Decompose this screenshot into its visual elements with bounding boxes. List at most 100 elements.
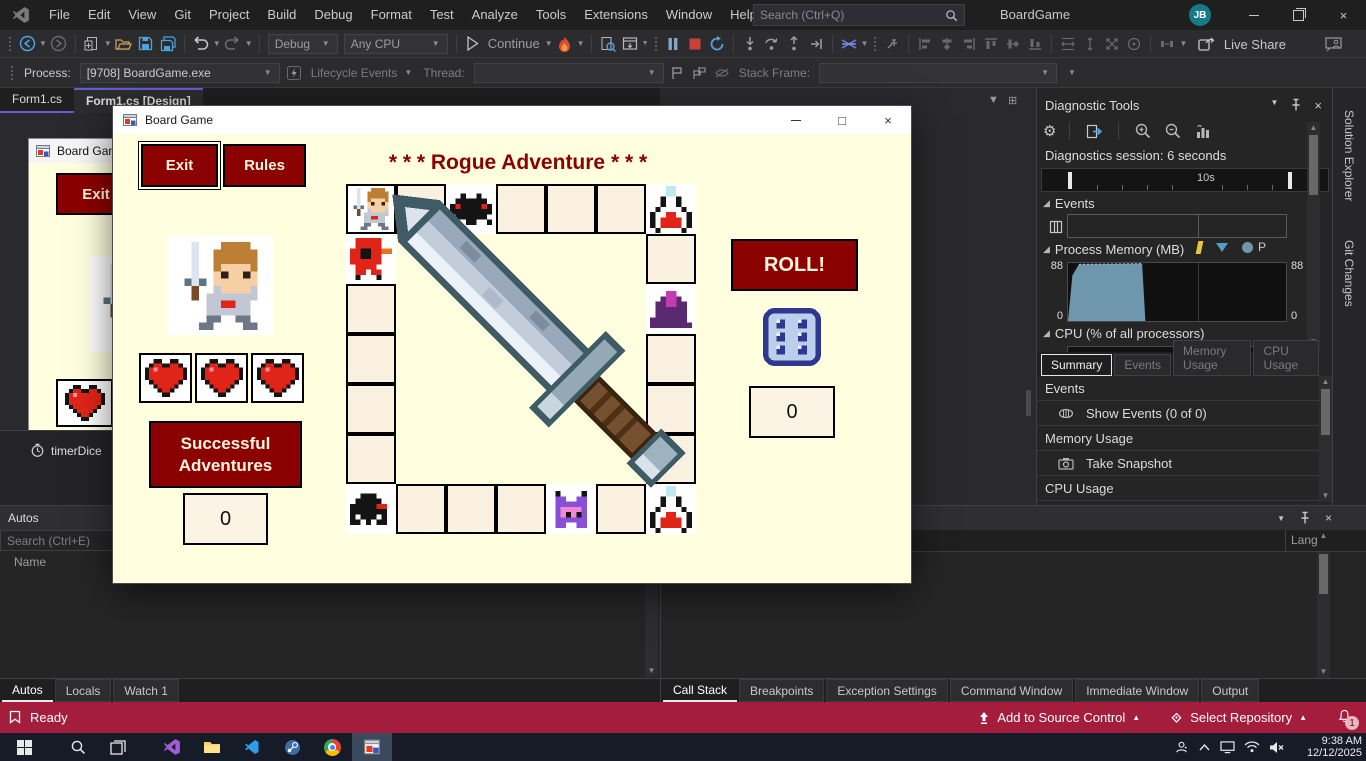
align-bottoms-icon[interactable] xyxy=(1026,35,1044,53)
make-same-height-icon[interactable] xyxy=(1081,35,1099,53)
cpu-section-header[interactable]: ◢CPU (% of all processors) xyxy=(1043,326,1204,341)
restart-icon[interactable] xyxy=(708,35,726,53)
navigate-back-icon[interactable] xyxy=(18,35,36,53)
doc-well-dropdown-icon[interactable]: ▼ xyxy=(988,94,999,106)
new-project-icon[interactable] xyxy=(83,35,101,53)
tab-immediate-window[interactable]: Immediate Window xyxy=(1075,679,1199,702)
menu-format[interactable]: Format xyxy=(362,0,421,30)
callstack-scroll-up[interactable]: ▲ xyxy=(1317,530,1330,543)
configuration-dropdown[interactable]: Debug▼ xyxy=(268,34,338,54)
toggle-current-thread-icon[interactable] xyxy=(713,64,731,82)
menu-view[interactable]: View xyxy=(119,0,165,30)
keep-margin-icon[interactable] xyxy=(883,35,901,53)
menu-file[interactable]: File xyxy=(40,0,79,30)
gear-icon[interactable]: ⚙ xyxy=(1043,122,1056,140)
select-repository[interactable]: Select Repository▲ xyxy=(1170,710,1307,725)
game-minimize-button[interactable] xyxy=(773,106,819,134)
take-snapshot-link[interactable]: Take Snapshot xyxy=(1037,451,1319,476)
pin-icon[interactable] xyxy=(1290,98,1302,112)
taskbar-steam[interactable] xyxy=(272,733,312,761)
align-lefts-icon[interactable] xyxy=(916,35,934,53)
stop-debugging-icon[interactable] xyxy=(686,35,704,53)
timer-component[interactable]: timerDice xyxy=(30,443,102,458)
callstack-scrollbar[interactable]: ▼ xyxy=(1317,552,1330,678)
save-all-icon[interactable] xyxy=(159,35,177,53)
hot-reload-icon[interactable] xyxy=(556,35,574,53)
taskbar-boardgame-app[interactable] xyxy=(352,733,392,761)
taskbar-clock[interactable]: 9:38 AM 12/12/2025 xyxy=(1296,735,1362,759)
timeline-ruler[interactable]: 10s xyxy=(1041,168,1329,192)
language-column[interactable]: Lang xyxy=(1291,533,1318,547)
make-same-width-icon[interactable] xyxy=(1059,35,1077,53)
show-events-link[interactable]: Show Events (0 of 0) xyxy=(1037,401,1319,426)
restore-button[interactable] xyxy=(1276,0,1321,30)
tab-exception-settings[interactable]: Exception Settings xyxy=(826,679,947,702)
step-out-icon[interactable] xyxy=(785,35,803,53)
pin-icon[interactable] xyxy=(1299,511,1311,525)
hidden-icons-chevron[interactable] xyxy=(1198,743,1211,752)
diag-tab-events[interactable]: Events xyxy=(1114,354,1171,376)
diagnostics-scrollbar[interactable]: ▲▼ xyxy=(1307,122,1320,348)
close-panel-icon[interactable]: × xyxy=(1314,98,1322,113)
show-flagged-only-icon[interactable] xyxy=(691,64,709,82)
zoom-out-icon[interactable] xyxy=(1164,122,1182,140)
export-icon[interactable] xyxy=(1085,122,1103,140)
align-rights-icon[interactable] xyxy=(960,35,978,53)
user-avatar[interactable]: JB xyxy=(1189,4,1211,26)
menu-test[interactable]: Test xyxy=(421,0,463,30)
step-over-icon[interactable] xyxy=(763,35,781,53)
display-icon[interactable] xyxy=(1220,741,1235,754)
thread-dropdown[interactable]: ▼ xyxy=(474,63,664,83)
tab-command-window[interactable]: Command Window xyxy=(950,679,1073,702)
find-in-files-icon[interactable] xyxy=(599,35,617,53)
platform-dropdown[interactable]: Any CPU▼ xyxy=(344,34,448,54)
menu-extensions[interactable]: Extensions xyxy=(575,0,657,30)
horizontal-spacing-icon[interactable] xyxy=(1158,35,1176,53)
summary-scrollbar[interactable]: ▲▼ xyxy=(1319,376,1332,502)
add-to-source-control[interactable]: Add to Source Control▲ xyxy=(978,710,1140,725)
menu-window[interactable]: Window xyxy=(657,0,721,30)
start-button[interactable] xyxy=(4,733,44,761)
open-file-icon[interactable] xyxy=(115,35,133,53)
close-button[interactable]: × xyxy=(1321,0,1366,30)
taskbar-vscode[interactable] xyxy=(232,733,272,761)
show-all-windows-icon[interactable] xyxy=(621,35,639,53)
break-all-icon[interactable] xyxy=(664,35,682,53)
successful-adventures-button[interactable]: SuccessfulAdventures xyxy=(149,421,302,488)
lifecycle-events-icon[interactable] xyxy=(285,64,303,82)
align-middles-icon[interactable] xyxy=(1004,35,1022,53)
menu-git[interactable]: Git xyxy=(165,0,200,30)
volume-muted-icon[interactable] xyxy=(1269,741,1285,754)
taskbar-visual-studio[interactable] xyxy=(152,733,192,761)
people-icon[interactable] xyxy=(1174,740,1189,755)
menu-project[interactable]: Project xyxy=(200,0,258,30)
tab-autos[interactable]: Autos xyxy=(2,679,53,702)
tab-output[interactable]: Output xyxy=(1201,679,1259,702)
show-next-statement-icon[interactable] xyxy=(807,35,825,53)
taskbar-search-button[interactable] xyxy=(58,733,98,761)
game-close-button[interactable]: × xyxy=(865,106,911,134)
show-threads-icon[interactable] xyxy=(840,35,858,53)
size-to-grid-icon[interactable] xyxy=(1125,35,1143,53)
align-tops-icon[interactable] xyxy=(982,35,1000,53)
menu-analyze[interactable]: Analyze xyxy=(463,0,527,30)
stack-frame-dropdown[interactable]: ▼ xyxy=(819,63,1057,83)
align-centers-icon[interactable] xyxy=(938,35,956,53)
exit-button[interactable]: Exit xyxy=(141,144,218,187)
roll-button[interactable]: ROLL! xyxy=(731,239,858,291)
quick-search-input[interactable]: Search (Ctrl+Q) xyxy=(753,4,965,26)
menu-tools[interactable]: Tools xyxy=(527,0,575,30)
tab-call-stack[interactable]: Call Stack xyxy=(663,679,737,702)
game-title-bar[interactable]: Board Game □ × xyxy=(113,106,911,134)
redo-icon[interactable] xyxy=(224,35,242,53)
diag-tab-summary[interactable]: Summary xyxy=(1041,354,1112,376)
panel-menu-icon[interactable]: ▼ xyxy=(1277,514,1285,523)
game-maximize-button[interactable]: □ xyxy=(819,106,865,134)
tab-git-changes[interactable]: Git Changes xyxy=(1342,240,1356,307)
zoom-in-icon[interactable] xyxy=(1134,122,1152,140)
diag-tab-cpu-usage[interactable]: CPU Usage xyxy=(1253,340,1319,376)
undo-icon[interactable] xyxy=(192,35,210,53)
live-share-control[interactable]: Live Share xyxy=(1196,30,1286,58)
task-view-button[interactable] xyxy=(98,733,138,761)
menu-edit[interactable]: Edit xyxy=(79,0,119,30)
